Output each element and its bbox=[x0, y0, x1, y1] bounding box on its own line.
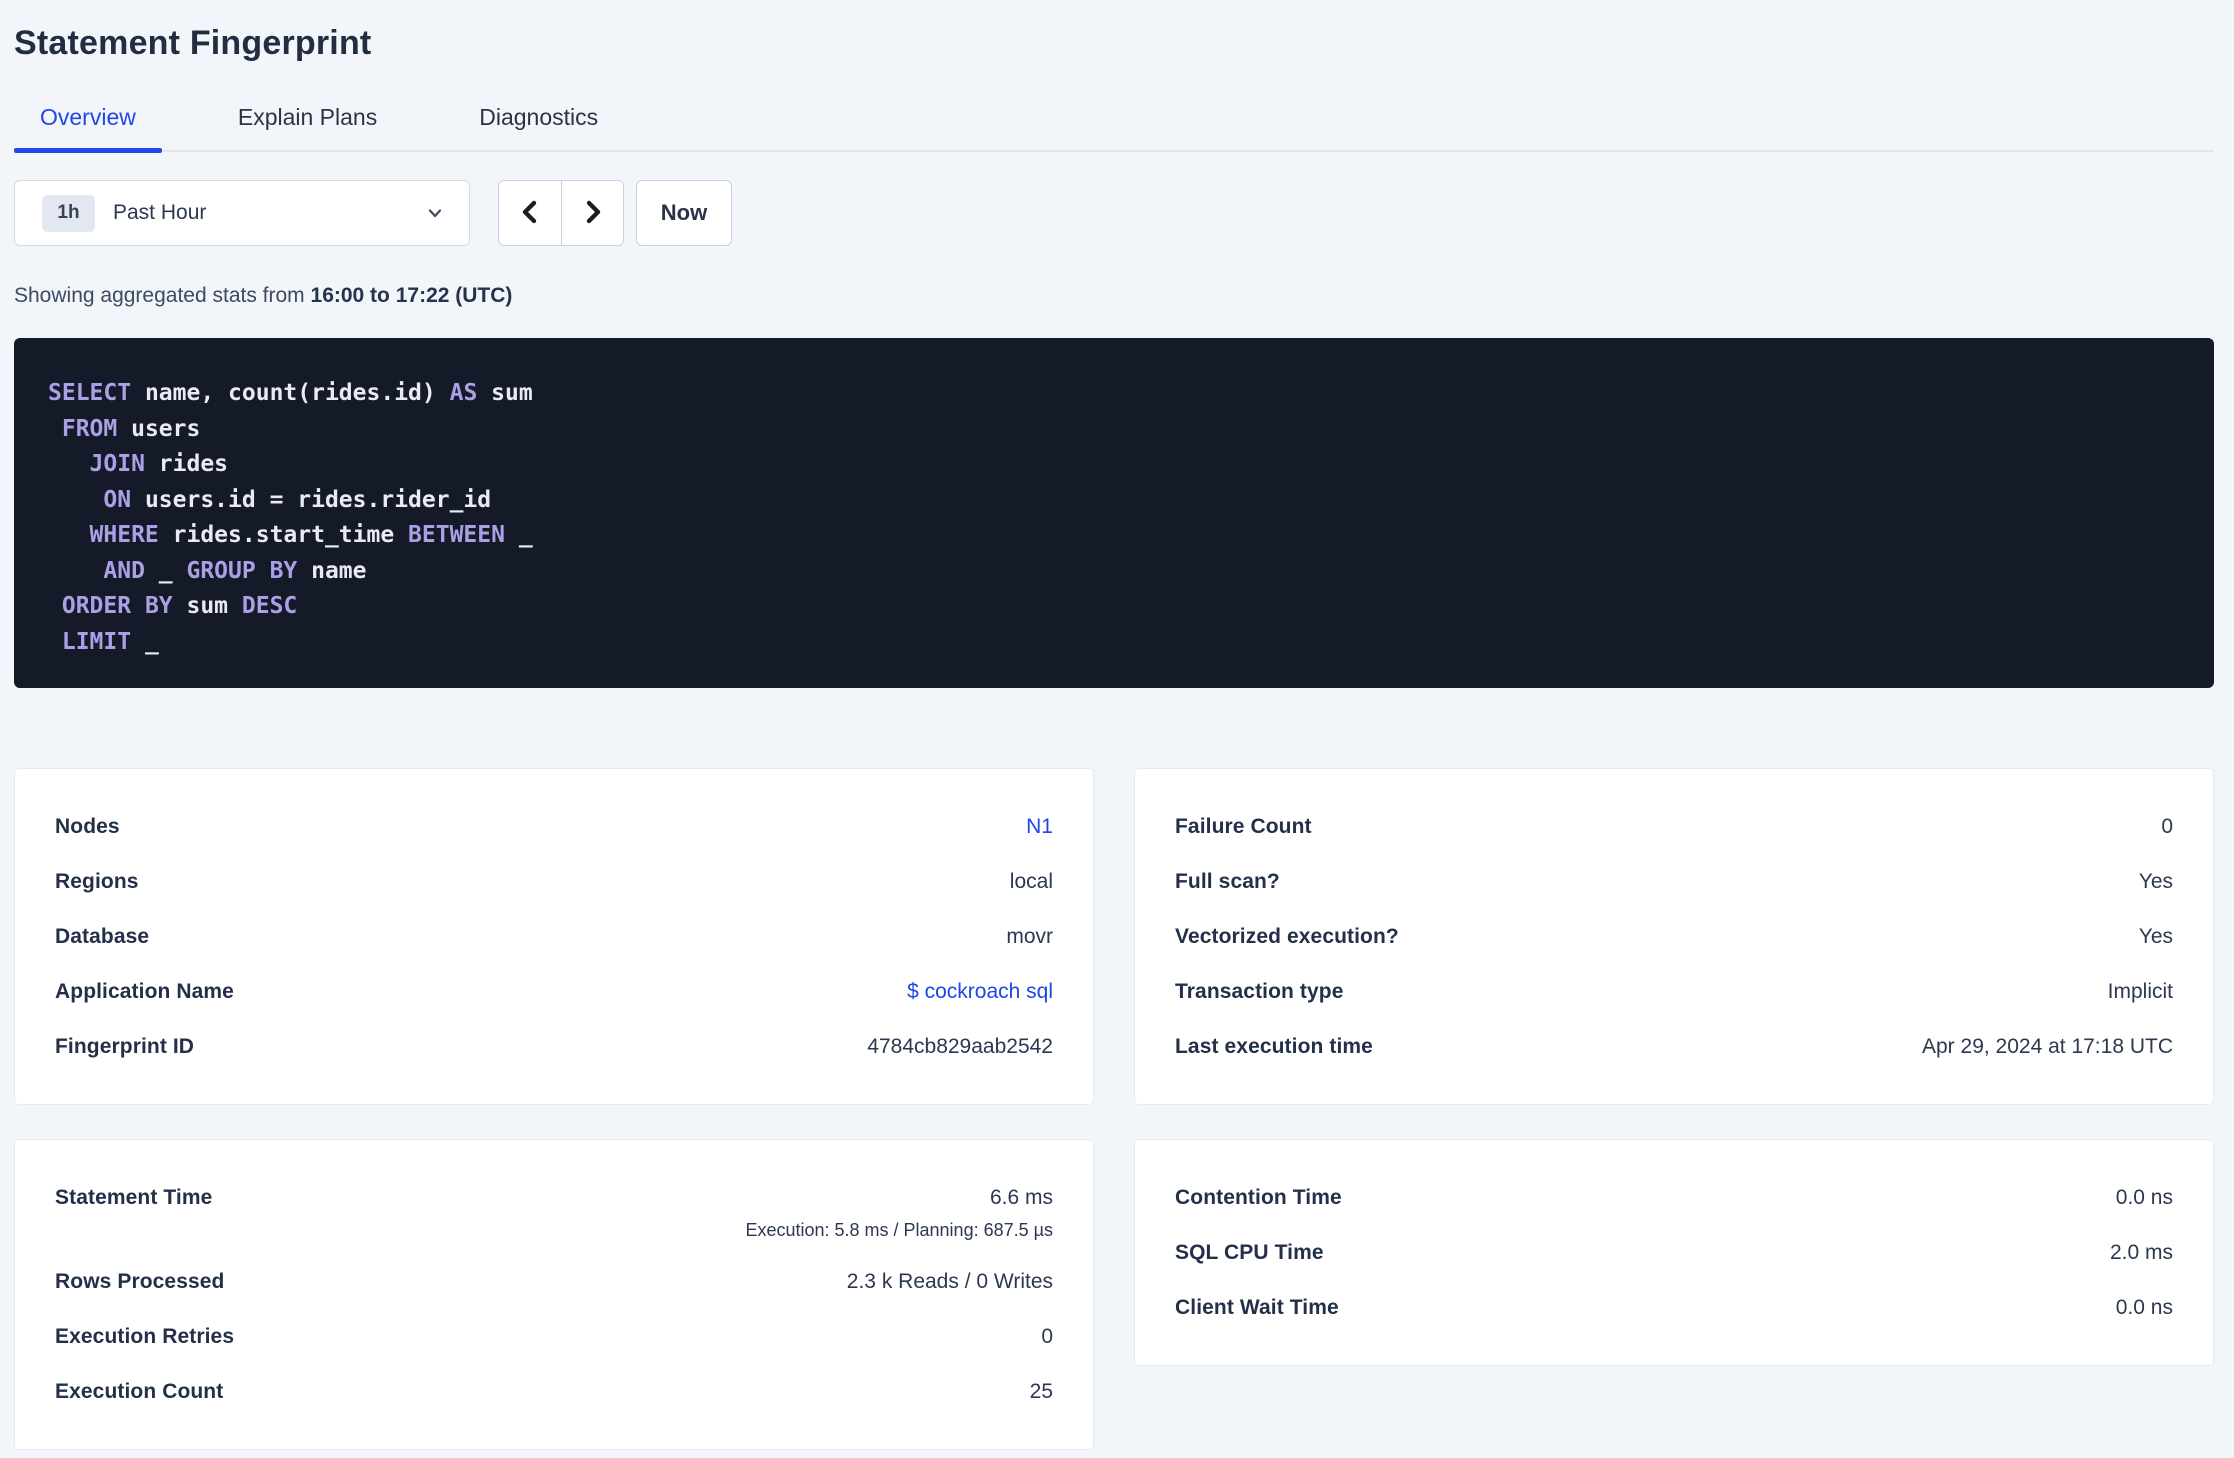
stat-row: Last execution time Apr 29, 2024 at 17:18… bbox=[1135, 1019, 2213, 1074]
stat-label: Transaction type bbox=[1175, 979, 1344, 1003]
page-title: Statement Fingerprint bbox=[14, 24, 372, 62]
stat-value: Yes bbox=[2138, 924, 2173, 948]
stat-row: Rows Processed 2.3 k Reads / 0 Writes bbox=[15, 1254, 1093, 1309]
stat-value: 0.0 ns bbox=[2115, 1295, 2173, 1319]
tabs-bar: Overview Explain Plans Diagnostics bbox=[14, 102, 2214, 153]
chevron-down-icon bbox=[425, 203, 445, 223]
aggregated-stats-line: Showing aggregated stats from 16:00 to 1… bbox=[14, 284, 2214, 308]
stat-value: local bbox=[1009, 869, 1053, 893]
prev-range-button[interactable] bbox=[499, 181, 561, 245]
tab-overview[interactable]: Overview bbox=[14, 102, 162, 153]
stat-row: Transaction type Implicit bbox=[1135, 964, 2213, 1019]
stat-value: movr bbox=[1006, 924, 1053, 948]
tab-explain-plans[interactable]: Explain Plans bbox=[212, 102, 403, 150]
stats-line-prefix: Showing aggregated stats from bbox=[14, 284, 311, 307]
time-toolbar: 1h Past Hour Now bbox=[14, 180, 2214, 246]
stat-label: Client Wait Time bbox=[1175, 1295, 1339, 1319]
stat-row: Nodes N1 bbox=[15, 799, 1093, 854]
execution-attributes-card: Failure Count 0 Full scan? Yes Vectorized ex… bbox=[1134, 768, 2214, 1105]
stat-label: Statement Time bbox=[55, 1186, 213, 1209]
sql-code-line: LIMIT _ bbox=[61, 628, 159, 655]
stat-label: Execution Retries bbox=[55, 1324, 235, 1348]
time-range-arrows bbox=[498, 180, 624, 246]
stat-label: Contention Time bbox=[1175, 1185, 1342, 1209]
sql-code-line: AND _ GROUP BY name bbox=[103, 557, 367, 584]
stat-value: Yes bbox=[2138, 869, 2173, 893]
stat-label: Fingerprint ID bbox=[55, 1034, 195, 1058]
stat-label: Full scan? bbox=[1175, 869, 1280, 893]
stat-row: Full scan? Yes bbox=[1135, 854, 2213, 909]
sql-code-line: FROM users bbox=[61, 415, 201, 442]
interval-label: Past Hour bbox=[113, 201, 207, 224]
tab-label: Overview bbox=[40, 104, 136, 130]
stat-label: Vectorized execution? bbox=[1175, 924, 1399, 948]
chevron-left-icon bbox=[518, 197, 542, 230]
stat-row: Database movr bbox=[15, 909, 1093, 964]
sql-code-line: WHERE rides.start_time BETWEEN _ bbox=[89, 522, 533, 548]
stat-row: Regions local bbox=[15, 854, 1093, 909]
stat-label: Rows Processed bbox=[55, 1269, 225, 1293]
sql-code-line: JOIN rides bbox=[89, 451, 229, 477]
stat-value: Implicit bbox=[2107, 979, 2173, 1003]
statement-details-card: Nodes N1 Regions local Database movr Applicati… bbox=[14, 768, 1094, 1105]
stat-label: SQL CPU Time bbox=[1175, 1240, 1324, 1264]
tab-label: Explain Plans bbox=[237, 104, 378, 130]
stat-label: Regions bbox=[55, 869, 139, 893]
time-interval-select[interactable]: 1h Past Hour bbox=[14, 180, 470, 246]
stat-value-link[interactable]: N1 bbox=[1026, 815, 1053, 839]
stat-label: Failure Count bbox=[1175, 814, 1312, 838]
stat-value-link[interactable]: $ cockroach sql bbox=[907, 980, 1053, 1004]
stat-value: Apr 29, 2024 at 17:18 UTC bbox=[1922, 1034, 2173, 1058]
stats-line-range: 16:00 to 17:22 (UTC) bbox=[310, 284, 513, 307]
stat-value: 4784cb829aab2542 bbox=[867, 1034, 1053, 1058]
stat-row: Application Name $ cockroach sql bbox=[15, 964, 1093, 1019]
timing-cards-row: Statement Time 6.6 ms Execution: 5.8 ms / … bbox=[14, 1139, 2214, 1450]
sql-code-line: ORDER BY sum DESC bbox=[61, 593, 298, 619]
stat-row: Statement Time 6.6 ms Execution: 5.8 ms / … bbox=[15, 1170, 1093, 1254]
wait-timing-card: Contention Time 0.0 ns SQL CPU Time 2.0 ms C… bbox=[1134, 1139, 2214, 1366]
stat-label: Database bbox=[55, 924, 150, 948]
next-range-button[interactable] bbox=[561, 181, 623, 245]
statement-fingerprint-page: Statement Fingerprint Overview Explain Pl… bbox=[0, 22, 2234, 1450]
details-cards-row: Nodes N1 Regions local Database movr Applicati… bbox=[14, 768, 2214, 1105]
stat-value: 0.0 ns bbox=[2115, 1185, 2173, 1209]
stat-value: 0 bbox=[1041, 1324, 1053, 1348]
sql-statement-box: SELECT name, count(rides.id) AS sum FROM… bbox=[14, 338, 2214, 688]
sql-code-line: SELECT name, count(rides.id) AS sum bbox=[48, 380, 533, 406]
sql-code-line: ON users.id = rides.rider_id bbox=[103, 486, 492, 513]
chevron-right-icon bbox=[581, 197, 605, 230]
stat-row: Execution Count 25 bbox=[15, 1364, 1093, 1419]
stat-value: 2.0 ms bbox=[2109, 1240, 2173, 1264]
stat-label: Last execution time bbox=[1175, 1034, 1373, 1058]
stat-row: Vectorized execution? Yes bbox=[1135, 909, 2213, 964]
stat-row: Execution Retries 0 bbox=[15, 1309, 1093, 1364]
now-button[interactable]: Now bbox=[636, 180, 732, 246]
stat-label: Application Name bbox=[55, 979, 234, 1003]
interval-badge: 1h bbox=[42, 194, 95, 232]
stat-value: 25 bbox=[1029, 1379, 1053, 1403]
stat-label: Nodes bbox=[55, 814, 120, 838]
stat-value: 0 bbox=[2161, 814, 2173, 838]
stat-row: Fingerprint ID 4784cb829aab2542 bbox=[15, 1019, 1093, 1074]
stat-row: Failure Count 0 bbox=[1135, 799, 2213, 854]
statement-timing-card: Statement Time 6.6 ms Execution: 5.8 ms / … bbox=[14, 1139, 1094, 1450]
stat-row: SQL CPU Time 2.0 ms bbox=[1135, 1225, 2213, 1280]
tab-diagnostics[interactable]: Diagnostics bbox=[453, 102, 624, 150]
stat-row: Client Wait Time 0.0 ns bbox=[1135, 1280, 2213, 1335]
stat-label: Execution Count bbox=[55, 1379, 224, 1403]
stat-subvalue: Execution: 5.8 ms / Planning: 687.5 µs bbox=[745, 1220, 1053, 1240]
stat-value: 2.3 k Reads / 0 Writes bbox=[846, 1269, 1053, 1293]
sql-code: SELECT name, count(rides.id) AS sum FROM… bbox=[48, 376, 2180, 660]
stat-row: Contention Time 0.0 ns bbox=[1135, 1170, 2213, 1225]
tab-label: Diagnostics bbox=[479, 104, 599, 130]
